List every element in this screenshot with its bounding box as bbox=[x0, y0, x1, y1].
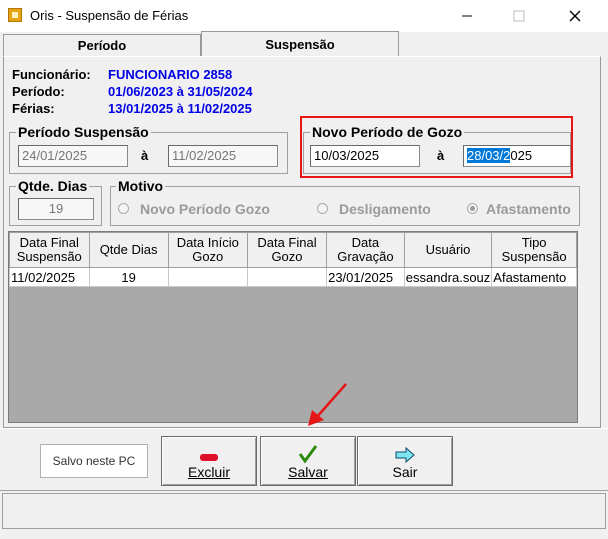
status-bar bbox=[0, 490, 608, 539]
ferias-label: Férias: bbox=[12, 101, 55, 116]
ferias-value: 13/01/2025 à 11/02/2025 bbox=[108, 101, 252, 116]
periodo-value: 01/06/2023 à 31/05/2024 bbox=[108, 84, 253, 99]
cell-data-final-gozo bbox=[246, 267, 328, 287]
minimize-icon bbox=[462, 15, 472, 17]
suspensao-sep: à bbox=[141, 148, 149, 163]
close-button[interactable] bbox=[552, 0, 598, 32]
salvar-label-text: Salvar bbox=[288, 464, 328, 480]
status-indicator: Salvo neste PC bbox=[40, 444, 148, 478]
panel-bottom-divider bbox=[0, 428, 608, 429]
col-data-final-suspensao[interactable]: Data Final Suspensão bbox=[9, 232, 90, 268]
cell-tipo-suspensao: Afastamento bbox=[491, 267, 577, 287]
col-tipo-suspensao[interactable]: Tipo Suspensão bbox=[491, 232, 577, 268]
radio-novo-periodo-label: Novo Período Gozo bbox=[140, 201, 270, 217]
periodo-label: Período: bbox=[12, 84, 65, 99]
radio-afastamento-label: Afastamento bbox=[486, 201, 571, 217]
funcionario-value: FUNCIONARIO 2858 bbox=[108, 67, 233, 82]
exit-arrow-icon bbox=[395, 446, 415, 464]
suspensao-start-field[interactable]: 24/01/2025 bbox=[18, 145, 128, 167]
suspensao-end-field[interactable]: 11/02/2025 bbox=[168, 145, 278, 167]
col-qtde-dias[interactable]: Qtde Dias bbox=[88, 232, 169, 268]
radio-desligamento[interactable] bbox=[317, 203, 328, 214]
table-header-row: Data Final Suspensão Qtde Dias Data Iníc… bbox=[9, 232, 577, 268]
status-bar-panel bbox=[2, 493, 606, 529]
cell-data-inicio-gozo bbox=[167, 267, 248, 287]
radio-desligamento-label: Desligamento bbox=[339, 201, 431, 217]
salvar-button[interactable]: Salvar bbox=[260, 436, 356, 486]
app-icon bbox=[8, 8, 22, 22]
motivo-title: Motivo bbox=[116, 178, 166, 194]
cell-usuario: essandra.souz bbox=[403, 267, 493, 287]
delete-icon bbox=[200, 454, 218, 461]
qtde-dias-title: Qtde. Dias bbox=[16, 178, 90, 194]
window-title: Oris - Suspensão de Férias bbox=[30, 8, 189, 23]
checkmark-icon bbox=[298, 445, 318, 464]
tab-periodo[interactable]: Período bbox=[3, 34, 201, 56]
red-arrow-annotation bbox=[308, 383, 347, 426]
maximize-icon bbox=[513, 10, 525, 22]
excluir-button[interactable]: Excluir bbox=[161, 436, 257, 486]
col-usuario[interactable]: Usuário bbox=[403, 232, 493, 268]
cell-data-final-suspensao: 11/02/2025 bbox=[9, 267, 90, 287]
sair-label: Sair bbox=[392, 464, 418, 480]
qtde-dias-field[interactable]: 19 bbox=[18, 198, 94, 220]
excluir-label-text: Excluir bbox=[187, 464, 230, 480]
sair-button[interactable]: Sair bbox=[357, 436, 453, 486]
excluir-label: Excluir bbox=[188, 464, 230, 480]
col-data-inicio-gozo[interactable]: Data Início Gozo bbox=[167, 232, 248, 268]
radio-novo-periodo[interactable] bbox=[118, 203, 129, 214]
tab-periodo-label: Período bbox=[77, 38, 127, 53]
radio-afastamento[interactable] bbox=[467, 203, 478, 214]
periodo-suspensao-title: Período Suspensão bbox=[16, 124, 151, 140]
col-data-gravacao[interactable]: Data Gravação bbox=[326, 232, 405, 268]
table-row[interactable]: 11/02/2025 19 23/01/2025 essandra.souz A… bbox=[9, 267, 577, 287]
close-icon bbox=[569, 10, 581, 22]
cell-qtde-dias: 19 bbox=[88, 267, 169, 287]
col-data-final-gozo[interactable]: Data Final Gozo bbox=[246, 232, 328, 268]
suspensao-grid[interactable]: Data Final Suspensão Qtde Dias Data Iníc… bbox=[8, 231, 578, 423]
tab-suspensao-label: Suspensão bbox=[265, 37, 335, 52]
tab-suspensao[interactable]: Suspensão bbox=[201, 31, 399, 57]
minimize-button[interactable] bbox=[444, 0, 490, 32]
suspensao-table: Data Final Suspensão Qtde Dias Data Iníc… bbox=[9, 232, 577, 287]
funcionario-label: Funcionário: bbox=[12, 67, 91, 82]
salvar-label: Salvar bbox=[288, 464, 328, 480]
highlight-box bbox=[300, 116, 573, 178]
maximize-button[interactable] bbox=[496, 0, 542, 32]
cell-data-gravacao: 23/01/2025 bbox=[326, 267, 405, 287]
